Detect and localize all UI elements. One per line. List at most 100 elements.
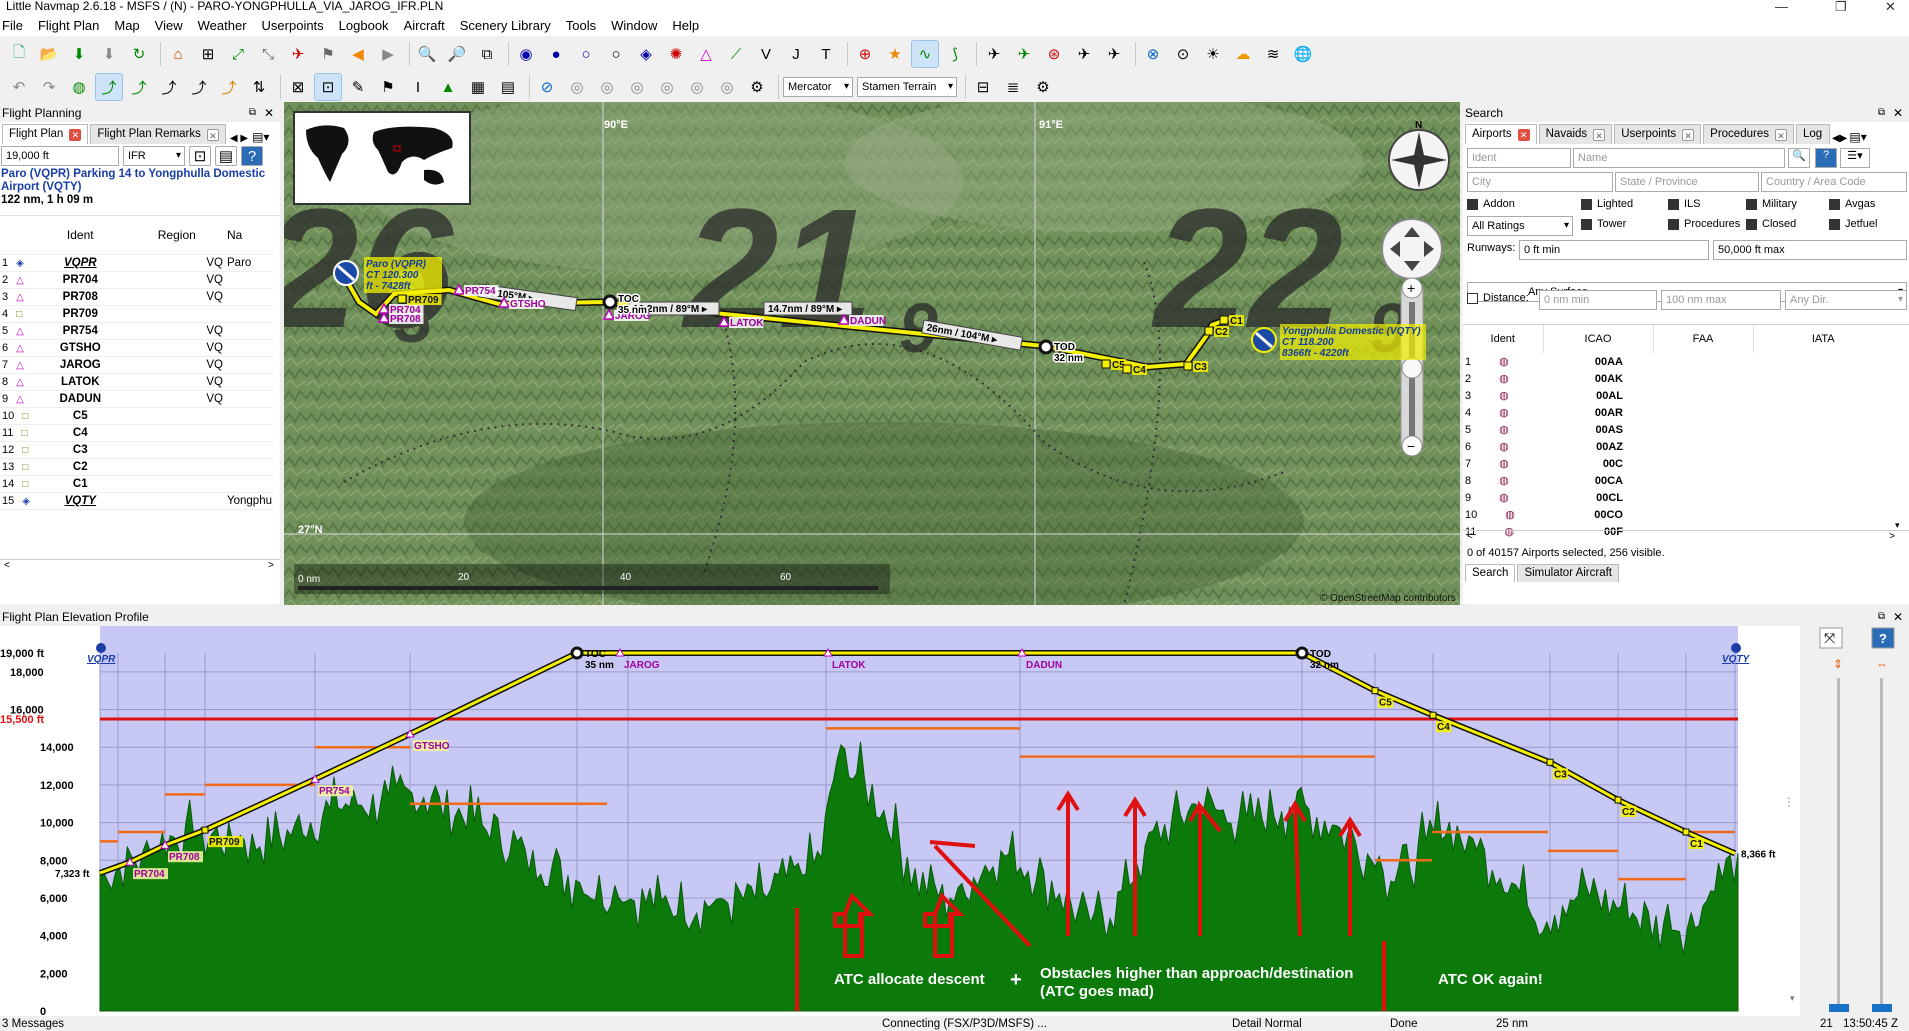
save-flightplan-icon[interactable]: ⬇	[66, 41, 92, 67]
projection-select[interactable]: Mercator	[783, 77, 853, 97]
check-military[interactable]: Military	[1746, 198, 1797, 210]
table-row[interactable]: 2 ◍ 00AK	[1463, 370, 1893, 387]
menu-aircraft[interactable]: Aircraft	[404, 18, 445, 33]
airspace-icon[interactable]: ✺	[663, 41, 689, 67]
profile-point[interactable]: 32 nm	[1310, 660, 1339, 671]
menu-weather[interactable]: Weather	[198, 18, 247, 33]
add-on-icon[interactable]: ◎	[624, 74, 650, 100]
hard-runway-icon[interactable]: ◎	[654, 74, 680, 100]
table-row[interactable]: 3 ◍ 00AL	[1463, 387, 1893, 404]
sun-shading-icon[interactable]: ☀	[1200, 41, 1226, 67]
tab-airports[interactable]: Airports ✕	[1465, 124, 1537, 144]
ai-helicopter-icon[interactable]: ✈	[1101, 41, 1127, 67]
helipad-icon[interactable]: ◎	[714, 74, 740, 100]
calc-radio-icon[interactable]: ⤴	[126, 74, 152, 100]
calc-high-icon[interactable]: ⤴	[186, 74, 212, 100]
tab-scroll-icon[interactable]: ◀▶	[1832, 133, 1847, 144]
table-row[interactable]: 7 △ JAROG VQ	[0, 356, 274, 374]
jet-airway-icon[interactable]: J	[783, 41, 809, 67]
vor-icon[interactable]: ◉	[513, 41, 539, 67]
horizontal-scrollbar[interactable]: < >	[1463, 530, 1909, 544]
distance-max-spin[interactable]: 100 nm max	[1661, 290, 1781, 310]
vertical-zoom-slider[interactable]	[1837, 678, 1840, 1008]
check-procedures[interactable]: Procedures	[1668, 218, 1740, 230]
menu-scenery-library[interactable]: Scenery Library	[460, 18, 551, 33]
check-jetfuel[interactable]: Jetfuel	[1829, 218, 1877, 230]
panel-close-icon[interactable]: ✕	[1893, 104, 1903, 122]
horizontal-zoom-slider[interactable]	[1880, 678, 1883, 1008]
menu-window[interactable]: Window	[611, 18, 657, 33]
tab-userpoints[interactable]: Userpoints ✕	[1614, 124, 1702, 144]
map-fit-icon[interactable]: ⤡	[255, 41, 281, 67]
distance-check[interactable]: Distance:	[1467, 292, 1529, 304]
table-row[interactable]: 6 △ GTSHO VQ	[0, 339, 274, 357]
menu-tools[interactable]: Tools	[566, 18, 596, 33]
text-icon[interactable]: I	[405, 74, 431, 100]
landscape-icon[interactable]: ▲	[435, 74, 461, 100]
map-details-icon[interactable]: ⊟	[970, 74, 996, 100]
route-zoom-icon[interactable]: ⤢	[225, 41, 251, 67]
weather-icon[interactable]: ☁	[1230, 41, 1256, 67]
runway-max-spin[interactable]: 50,000 ft max	[1713, 240, 1907, 260]
table-row[interactable]: 11 □ C4	[0, 424, 274, 442]
col-faa[interactable]: FAA	[1652, 325, 1753, 353]
calc-direct-icon[interactable]: ⤴	[95, 73, 123, 101]
tab-search[interactable]: Search	[1465, 564, 1516, 582]
tab-close-icon[interactable]: ✕	[1593, 128, 1606, 141]
check-ils[interactable]: ILS	[1668, 198, 1701, 210]
overview-map[interactable]	[293, 111, 471, 205]
ndb-icon[interactable]: ●	[543, 41, 569, 67]
settings-icon[interactable]: ⚙	[1030, 74, 1056, 100]
search-menu-icon[interactable]: ☰▾	[1840, 148, 1870, 168]
table-row[interactable]: 8 ◍ 00CA	[1463, 472, 1893, 489]
close-icon[interactable]: ✕	[1885, 0, 1896, 13]
aircraft-center-icon[interactable]: ✈	[285, 41, 311, 67]
save-as-icon[interactable]: ⬇	[96, 41, 122, 67]
edit-icon[interactable]: ✎	[345, 74, 371, 100]
triangle-waypoint-icon[interactable]: △	[693, 41, 719, 67]
home-icon[interactable]: ⌂	[165, 41, 191, 67]
check-lighted[interactable]: Lighted	[1581, 198, 1633, 210]
check-avgas[interactable]: Avgas	[1829, 198, 1875, 210]
edit-name-icon[interactable]: ⊡	[189, 146, 211, 166]
grid-icon[interactable]: ⊗	[1140, 41, 1166, 67]
undock-icon[interactable]: ⧉	[1878, 608, 1885, 626]
maximize-icon[interactable]: ❐	[1835, 0, 1847, 13]
aircraft-icon[interactable]: ✈	[981, 41, 1007, 67]
help-icon[interactable]: ?	[1815, 148, 1837, 168]
reload-icon[interactable]: ↻	[126, 41, 152, 67]
col-region[interactable]: Region	[128, 216, 225, 255]
tab-flight-plan-remarks[interactable]: Flight Plan Remarks ✕	[90, 124, 226, 144]
airway-icon[interactable]: ◈	[633, 41, 659, 67]
compass-rose-icon[interactable]: ⊛	[1041, 41, 1067, 67]
table-row[interactable]: 5 ◍ 00AS	[1463, 421, 1893, 438]
pan-control[interactable]	[1381, 218, 1443, 280]
flag-icon[interactable]: ⚑	[375, 74, 401, 100]
table-row[interactable]: 4 ◍ 00AR	[1463, 404, 1893, 421]
tab-menu-icon[interactable]: ▤▾	[1849, 130, 1866, 144]
table-row[interactable]: 12 □ C3	[0, 441, 274, 459]
zoom-box-icon[interactable]: ⧉	[474, 41, 500, 67]
tab-flight-plan[interactable]: Flight Plan ✕	[2, 124, 89, 144]
table-row[interactable]: 1 ◍ 00AA	[1463, 353, 1893, 370]
dot-icon[interactable]: ⊙	[1170, 41, 1196, 67]
table-row[interactable]: 7 ◍ 00C	[1463, 455, 1893, 472]
undock-icon[interactable]: ⧉	[1878, 104, 1885, 122]
zoom-out-icon[interactable]: 🔎	[444, 41, 470, 67]
ident-input[interactable]: Ident	[1467, 148, 1571, 168]
undo-icon[interactable]: ↶	[6, 74, 32, 100]
table-row[interactable]: 4 □ PR709	[0, 305, 274, 323]
calc-low-icon[interactable]: ⤴	[216, 74, 242, 100]
tab-close-icon[interactable]: ✕	[1774, 128, 1787, 141]
table-row[interactable]: 5 △ PR754 VQ	[0, 322, 274, 340]
select-icon[interactable]: ⊡	[314, 73, 342, 101]
tab-navaids[interactable]: Navaids ✕	[1538, 124, 1613, 144]
panel-close-icon[interactable]: ✕	[264, 104, 274, 122]
status-messages[interactable]: 3 Messages	[2, 1017, 64, 1031]
ruler-icon[interactable]: ⟋	[723, 41, 749, 67]
water-icon[interactable]: ◎	[684, 74, 710, 100]
table-row[interactable]: 9 △ DADUN VQ	[0, 390, 274, 408]
profile-point[interactable]: 35 nm	[585, 660, 614, 671]
check-tower[interactable]: Tower	[1581, 218, 1626, 230]
tab-close-icon[interactable]: ✕	[1517, 128, 1530, 141]
